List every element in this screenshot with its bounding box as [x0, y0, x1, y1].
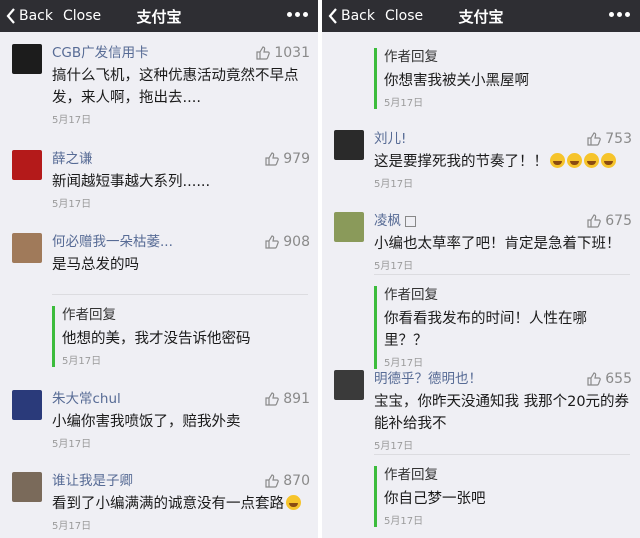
avatar[interactable] — [334, 370, 364, 400]
comment-date: 5月17日 — [374, 179, 414, 190]
like-button[interactable]: 908 — [265, 233, 310, 251]
author-reply: 作者回复 你自己梦一张吧 5月17日 — [374, 466, 630, 527]
like-count: 979 — [283, 151, 310, 167]
comment-date: 5月17日 — [52, 439, 92, 450]
chevron-left-icon — [6, 8, 15, 24]
comment-date: 5月17日 — [52, 115, 92, 126]
author-reply: 作者回复 你看看我发布的时间！人性在哪里？？ 5月17日 — [374, 286, 630, 369]
reply-date: 5月17日 — [384, 98, 424, 109]
comment-text: 小编也太草率了吧！肯定是急着下班！ — [374, 236, 621, 252]
divider — [374, 274, 630, 275]
thumbs-up-icon — [587, 372, 602, 386]
back-label: Back — [341, 8, 375, 24]
close-button[interactable]: Close — [385, 8, 423, 24]
like-button[interactable]: 891 — [265, 390, 310, 408]
chevron-left-icon — [328, 8, 337, 24]
thumbs-up-icon — [265, 235, 280, 249]
author-reply-label: 作者回复 — [384, 49, 438, 65]
right-screen: Back Close 支付宝 作者回复 你想害我被关小黑屋啊 5月17日 刘儿!… — [322, 0, 640, 538]
comment-date: 5月17日 — [52, 199, 92, 210]
back-label: Back — [19, 8, 53, 24]
badge-box-icon — [405, 215, 416, 227]
laughing-emoji-icon — [550, 153, 565, 168]
close-button[interactable]: Close — [63, 8, 101, 24]
comment-date: 5月17日 — [52, 521, 92, 532]
avatar[interactable] — [334, 130, 364, 160]
more-icon[interactable] — [607, 8, 632, 21]
comment-text: 搞什么飞机，这种优惠活动竟然不早点发，来人啊，拖出去.... — [52, 68, 299, 106]
like-count: 1031 — [274, 45, 310, 61]
avatar[interactable] — [12, 44, 42, 74]
author-reply: 作者回复 他想的美，我才没告诉他密码 5月17日 — [52, 306, 308, 367]
like-button[interactable]: 655 — [587, 370, 632, 388]
comment-text-row: 看到了小编满满的诚意没有一点套路 — [52, 493, 310, 515]
like-count: 891 — [283, 391, 310, 407]
like-button[interactable]: 1031 — [256, 44, 310, 62]
comment-date: 5月17日 — [374, 441, 414, 452]
divider — [52, 294, 308, 295]
avatar[interactable] — [12, 472, 42, 502]
comment-nickname: 凌枫 — [374, 213, 401, 229]
comment-text: 宝宝，你昨天没通知我 我那个20元的券能补给我不 — [374, 394, 630, 432]
avatar[interactable] — [12, 390, 42, 420]
like-button[interactable]: 979 — [265, 150, 310, 168]
laughing-emoji-icon — [601, 153, 616, 168]
author-reply-label: 作者回复 — [384, 467, 438, 483]
nav-bar: Back Close 支付宝 — [322, 0, 640, 32]
comment-list[interactable]: CGB广发信用卡 1031 搞什么飞机，这种优惠活动竟然不早点发，来人啊，拖出去… — [0, 32, 318, 538]
like-button[interactable]: 753 — [587, 130, 632, 148]
laughing-emoji-icon — [584, 153, 599, 168]
author-reply: 作者回复 你想害我被关小黑屋啊 5月17日 — [374, 48, 630, 109]
divider — [374, 454, 630, 455]
author-reply-label: 作者回复 — [62, 307, 116, 323]
avatar[interactable] — [334, 212, 364, 242]
reply-date: 5月17日 — [384, 358, 424, 369]
laughing-emoji-icon — [567, 153, 582, 168]
avatar[interactable] — [12, 150, 42, 180]
more-icon[interactable] — [285, 8, 310, 21]
like-count: 753 — [605, 131, 632, 147]
thumbs-up-icon — [587, 132, 602, 146]
like-count: 908 — [283, 234, 310, 250]
thumbs-up-icon — [587, 214, 602, 228]
comment-text: 小编你害我喷饭了，赔我外卖 — [52, 414, 241, 430]
comment-text: 这是要撑死我的节奏了！！ — [374, 154, 548, 170]
nav-bar: Back Close 支付宝 — [0, 0, 318, 32]
thumbs-up-icon — [265, 392, 280, 406]
comment-list[interactable]: 作者回复 你想害我被关小黑屋啊 5月17日 刘儿! 753 这是要撑死我的节奏了… — [322, 32, 640, 538]
author-reply-text: 他想的美，我才没告诉他密码 — [62, 331, 251, 347]
author-reply-text: 你看看我发布的时间！人性在哪里？？ — [384, 311, 587, 349]
comment-text: 看到了小编满满的诚意没有一点套路 — [52, 496, 284, 512]
back-button[interactable]: Back — [6, 8, 53, 24]
comment-text: 新闻越短事越大系列...... — [52, 174, 211, 190]
back-button[interactable]: Back — [328, 8, 375, 24]
thumbs-up-icon — [256, 46, 271, 60]
reply-date: 5月17日 — [62, 356, 102, 367]
smile-emoji-icon — [286, 495, 301, 510]
like-count: 675 — [605, 213, 632, 229]
left-screen: Back Close 支付宝 CGB广发信用卡 1031 搞什么飞机，这种优惠活… — [0, 0, 318, 538]
like-count: 870 — [283, 473, 310, 489]
comment-text: 是马总发的吗 — [52, 257, 139, 273]
like-button[interactable]: 870 — [265, 472, 310, 490]
comment-text-row: 这是要撑死我的节奏了！！ — [374, 151, 632, 173]
reply-date: 5月17日 — [384, 516, 424, 527]
thumbs-up-icon — [265, 152, 280, 166]
like-button[interactable]: 675 — [587, 212, 632, 230]
comment-date: 5月17日 — [374, 261, 414, 272]
author-reply-text: 你自己梦一张吧 — [384, 491, 486, 507]
avatar[interactable] — [12, 233, 42, 263]
author-reply-label: 作者回复 — [384, 287, 438, 303]
like-count: 655 — [605, 371, 632, 387]
thumbs-up-icon — [265, 474, 280, 488]
author-reply-text: 你想害我被关小黑屋啊 — [384, 73, 529, 89]
